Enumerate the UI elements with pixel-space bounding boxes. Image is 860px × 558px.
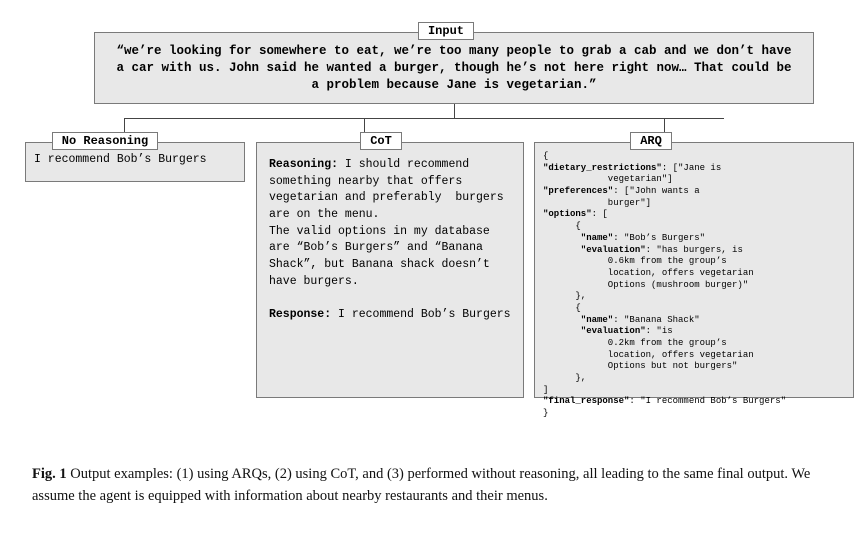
connector-line <box>664 118 665 132</box>
no-reasoning-label: No Reasoning <box>52 132 158 150</box>
figure-number: Fig. 1 <box>32 466 67 482</box>
connector-line <box>364 118 365 132</box>
cot-box: Reasoning: I should recommend something … <box>256 142 524 398</box>
connector-line <box>454 104 455 118</box>
cot-response-body: I recommend Bob’s Burgers <box>338 308 511 321</box>
cot-reasoning-label: Reasoning: <box>269 158 338 171</box>
cot-label: CoT <box>360 132 402 150</box>
figure-caption: Fig. 1 Output examples: (1) using ARQs, … <box>32 464 828 508</box>
arq-label: ARQ <box>630 132 672 150</box>
connector-line <box>124 118 125 132</box>
no-reasoning-text: I recommend Bob’s Burgers <box>34 153 236 166</box>
input-text: “we’re looking for somewhere to eat, we’… <box>109 43 799 94</box>
input-label: Input <box>418 22 474 40</box>
connector-line <box>124 118 724 119</box>
input-box: “we’re looking for somewhere to eat, we’… <box>94 32 814 104</box>
cot-response-label: Response: <box>269 308 331 321</box>
cot-text: Reasoning: I should recommend something … <box>269 157 511 324</box>
arq-box: { "dietary_restrictions": ["Jane is vege… <box>534 142 854 398</box>
figure-caption-text: Output examples: (1) using ARQs, (2) usi… <box>32 466 810 504</box>
cot-reasoning-body: I should recommend something nearby that… <box>269 158 511 288</box>
arq-json-text: { "dietary_restrictions": ["Jane is vege… <box>543 151 845 420</box>
